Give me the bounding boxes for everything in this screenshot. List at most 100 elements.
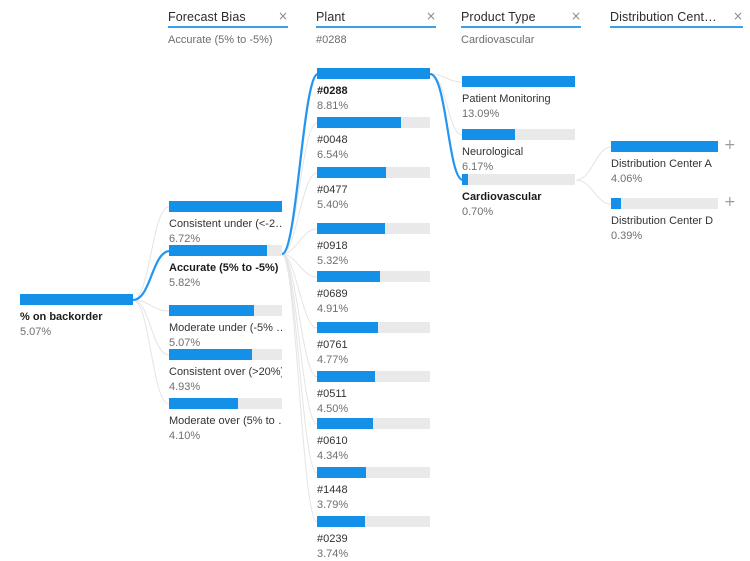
node-label: Patient Monitoring [462, 93, 551, 105]
node-label: #0511 [317, 388, 347, 400]
node-label: Distribution Center D [611, 215, 714, 227]
header-row: Distribution Cent… × [610, 10, 743, 28]
node-bar [317, 467, 430, 478]
node-label: Consistent over (>20%) [169, 366, 282, 378]
close-icon[interactable]: × [272, 10, 288, 22]
node-bar [317, 223, 430, 234]
node-label: Distribution Center A [611, 158, 712, 170]
column-title: Forecast Bias [168, 10, 246, 24]
node-value: 4.34% [317, 450, 349, 462]
node-value: 5.40% [317, 199, 349, 211]
node-bar [317, 322, 430, 333]
node-plant-1[interactable]: #0048 6.54% [317, 117, 430, 162]
node-label: #0239 [317, 533, 348, 545]
node-value: 5.07% [20, 326, 52, 338]
column-header-distribution-center: Distribution Cent… × [610, 10, 743, 34]
node-label: #1448 [317, 484, 348, 496]
node-value: 6.17% [462, 161, 494, 173]
node-label: #0477 [317, 184, 348, 196]
node-value: 4.91% [317, 303, 349, 315]
node-bar [462, 174, 575, 185]
node-forecast-bias-0[interactable]: Consistent under (<-2… 6.72% [169, 201, 282, 246]
node-value: 3.74% [317, 548, 349, 560]
node-plant-4[interactable]: #0689 4.91% [317, 271, 430, 316]
node-distribution-center-0[interactable]: + Distribution Center A 4.06% [611, 138, 736, 186]
node-value: 0.39% [611, 230, 643, 242]
node-label: #0048 [317, 134, 348, 146]
node-label: Consistent under (<-2… [169, 218, 282, 230]
node-bar [20, 294, 133, 305]
node-plant-9[interactable]: #0239 3.74% [317, 516, 430, 561]
node-bar [462, 76, 575, 87]
node-plant-2[interactable]: #0477 5.40% [317, 167, 430, 212]
node-label: #0610 [317, 435, 348, 447]
node-plant-7[interactable]: #0610 4.34% [317, 418, 430, 463]
node-plant-6[interactable]: #0511 4.50% [317, 371, 430, 416]
column-title: Plant [316, 10, 345, 24]
column-selected-value: #0288 [316, 34, 347, 46]
column-title: Product Type [461, 10, 536, 24]
node-bar [611, 198, 718, 209]
column-header-forecast-bias: Forecast Bias × Accurate (5% to -5%) [168, 10, 288, 46]
node-value: 4.93% [169, 381, 201, 393]
node-plant-0[interactable]: #0288 8.81% [317, 68, 430, 113]
expand-icon[interactable]: + [724, 138, 736, 152]
node-bar [611, 141, 718, 152]
node-label: Cardiovascular [462, 191, 542, 203]
node-value: 0.70% [462, 206, 494, 218]
node-label: Moderate under (-5% … [169, 322, 282, 334]
close-icon[interactable]: × [727, 10, 743, 22]
node-label: Accurate (5% to -5%) [169, 262, 279, 274]
node-bar [317, 271, 430, 282]
node-bar [317, 516, 430, 527]
decomposition-tree: Forecast Bias × Accurate (5% to -5%) Pla… [0, 0, 750, 560]
node-value: 4.06% [611, 173, 643, 185]
node-product-type-0[interactable]: Patient Monitoring 13.09% [462, 76, 575, 121]
node-label: #0761 [317, 339, 348, 351]
node-bar [169, 305, 282, 316]
close-icon[interactable]: × [420, 10, 436, 22]
node-plant-8[interactable]: #1448 3.79% [317, 467, 430, 512]
node-distribution-center-1[interactable]: + Distribution Center D 0.39% [611, 195, 736, 243]
header-row: Product Type × [461, 10, 581, 28]
node-forecast-bias-3[interactable]: Consistent over (>20%) 4.93% [169, 349, 282, 394]
column-title: Distribution Cent… [610, 10, 717, 24]
node-value: 4.50% [317, 403, 349, 415]
node-value: 6.54% [317, 149, 349, 161]
node-value: 3.79% [317, 499, 349, 511]
node-value: 4.77% [317, 354, 349, 366]
node-label: % on backorder [20, 311, 103, 323]
node-bar [169, 349, 282, 360]
node-label: Moderate over (5% to … [169, 415, 282, 427]
node-value: 5.32% [317, 255, 349, 267]
node-bar [462, 129, 575, 140]
header-row: Plant × [316, 10, 436, 28]
node-bar [317, 117, 430, 128]
node-value: 13.09% [462, 108, 500, 120]
node-root[interactable]: % on backorder 5.07% [20, 294, 133, 339]
node-label: #0288 [317, 85, 348, 97]
node-value: 4.10% [169, 430, 201, 442]
node-label: #0689 [317, 288, 348, 300]
column-header-plant: Plant × #0288 [316, 10, 436, 46]
node-forecast-bias-4[interactable]: Moderate over (5% to … 4.10% [169, 398, 282, 443]
node-product-type-1[interactable]: Neurological 6.17% [462, 129, 575, 174]
node-bar [317, 418, 430, 429]
node-plant-3[interactable]: #0918 5.32% [317, 223, 430, 268]
node-bar [169, 398, 282, 409]
node-value: 8.81% [317, 100, 349, 112]
node-label: #0918 [317, 240, 348, 252]
node-product-type-2[interactable]: Cardiovascular 0.70% [462, 174, 575, 219]
expand-icon[interactable]: + [724, 195, 736, 209]
column-selected-value: Accurate (5% to -5%) [168, 34, 273, 46]
node-label: Neurological [462, 146, 524, 158]
node-bar [317, 371, 430, 382]
close-icon[interactable]: × [565, 10, 581, 22]
node-plant-5[interactable]: #0761 4.77% [317, 322, 430, 367]
node-bar [169, 245, 282, 256]
node-bar [317, 68, 430, 79]
header-row: Forecast Bias × [168, 10, 288, 28]
column-selected-value: Cardiovascular [461, 34, 535, 46]
node-forecast-bias-2[interactable]: Moderate under (-5% … 5.07% [169, 305, 282, 350]
node-forecast-bias-1[interactable]: Accurate (5% to -5%) 5.82% [169, 245, 282, 290]
